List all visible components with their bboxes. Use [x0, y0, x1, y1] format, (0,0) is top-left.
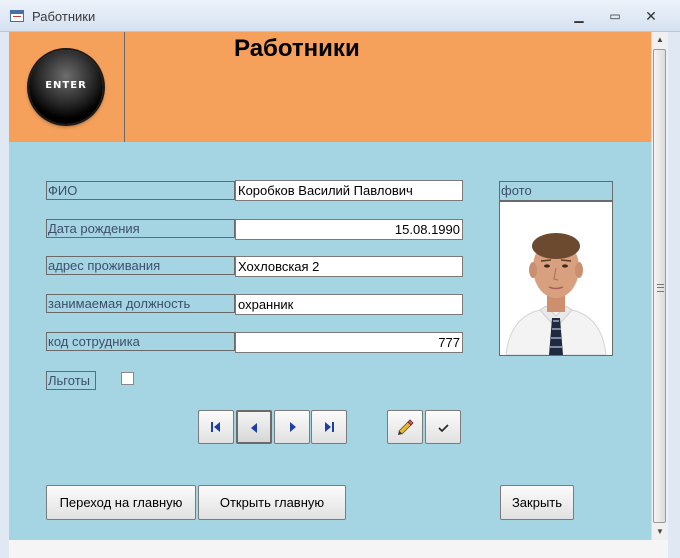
page-title: Работники [234, 35, 360, 62]
scroll-down-icon[interactable]: ▼ [652, 524, 668, 540]
birth-date-label: Дата рождения [46, 219, 235, 238]
next-record-button[interactable] [274, 410, 310, 444]
last-record-button[interactable] [311, 410, 347, 444]
position-field[interactable]: охранник [235, 294, 463, 315]
first-record-button[interactable] [198, 410, 234, 444]
maximize-button[interactable]: ▭ [602, 6, 628, 26]
window-title: Работники [32, 9, 96, 24]
address-field[interactable]: Хохловская 2 [235, 256, 463, 277]
employee-portrait-image [500, 202, 612, 355]
address-label: адрес проживания [46, 256, 235, 275]
title-bar: Работники ▁ ▭ ✕ [0, 0, 680, 32]
form-icon [10, 10, 24, 22]
benefits-label: Льготы [46, 371, 96, 390]
form-body: ENTER Работники ФИО Коробков Василий Пав… [9, 32, 651, 540]
last-record-icon [325, 422, 334, 432]
photo-label: фото [499, 181, 613, 201]
vertical-scrollbar[interactable]: ▲ ▼ [651, 32, 668, 540]
form-bottom-strip [9, 540, 668, 558]
birth-date-field[interactable]: 15.08.1990 [235, 219, 463, 240]
employee-photo [499, 201, 613, 356]
benefits-checkbox[interactable] [121, 372, 134, 385]
pencil-icon [398, 419, 414, 435]
previous-record-icon [251, 423, 257, 433]
fio-field[interactable]: Коробков Василий Павлович [235, 180, 463, 201]
save-record-button[interactable] [425, 410, 461, 444]
first-record-icon [211, 422, 220, 432]
close-window-button[interactable]: ✕ [638, 6, 664, 26]
scroll-up-icon[interactable]: ▲ [652, 32, 668, 48]
logo-text: ENTER [45, 80, 87, 91]
employee-code-field[interactable]: 777 [235, 332, 463, 353]
previous-record-button[interactable] [236, 410, 272, 444]
enter-logo: ENTER [29, 50, 103, 124]
goto-main-button[interactable]: Переход на главную [46, 485, 196, 520]
position-label: занимаемая должность [46, 294, 235, 313]
open-main-button[interactable]: Открыть главную [198, 485, 346, 520]
edit-record-button[interactable] [387, 410, 423, 444]
minimize-button[interactable]: ▁ [566, 6, 592, 26]
header-divider [124, 32, 125, 142]
scrollbar-thumb[interactable] [653, 49, 666, 523]
form-header: ENTER Работники [9, 32, 651, 142]
employee-code-label: код сотрудника [46, 332, 235, 351]
checkmark-icon [438, 424, 449, 433]
next-record-icon [290, 422, 296, 432]
fio-label: ФИО [46, 181, 235, 200]
grip-icon [657, 284, 664, 292]
close-button[interactable]: Закрыть [500, 485, 574, 520]
